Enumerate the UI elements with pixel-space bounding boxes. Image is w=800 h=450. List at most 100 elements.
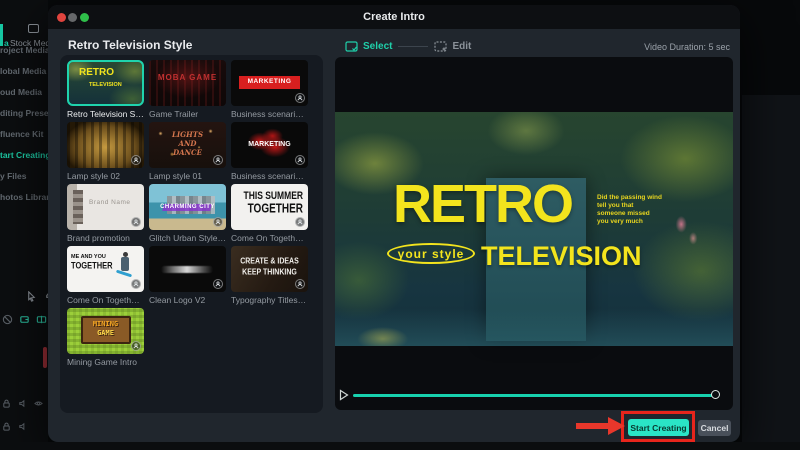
sidebar-item-lobal-media[interactable]: lobal Media — [0, 61, 48, 82]
disabled-tool-icon[interactable] — [2, 314, 13, 325]
portrait-badge-icon — [213, 217, 223, 227]
template-name: Typography Titles Te... — [231, 295, 308, 305]
thumbnail-text: CREATE & IDEAS — [231, 257, 308, 265]
template-grid: RETROTELEVISION Retro Television Style MOB… — [67, 60, 323, 370]
seek-bar[interactable] — [353, 394, 717, 397]
thumbnail-text: MOBA GAME — [149, 73, 226, 82]
video-preview[interactable]: RETRO Did the passing wind tell you that… — [335, 112, 733, 346]
preview-style-badge: your style — [387, 243, 475, 264]
template-category-heading: Retro Television Style — [68, 38, 192, 52]
template-card-together[interactable]: ME AND YOUTOGETHERCome On Together 01 — [67, 246, 144, 308]
dialog-title: Create Intro — [48, 5, 740, 29]
thumbnail-text: MINING — [67, 320, 144, 328]
template-card-typo[interactable]: CREATE & IDEASKEEP THINKING Typography Ti… — [231, 246, 308, 308]
sidebar-item-fluence-kit[interactable]: fluence Kit — [0, 124, 48, 145]
timeline-clip-fragment — [43, 347, 47, 368]
sidebar-item-y-files[interactable]: y Files — [0, 166, 48, 187]
template-name: Lamp style 01 — [149, 171, 226, 181]
template-name: Game Trailer — [149, 109, 226, 119]
playback-controls — [335, 386, 733, 404]
template-thumbnail[interactable]: THIS SUMMERTOGETHER — [231, 184, 308, 230]
water-graphic — [335, 309, 733, 346]
video-duration-label: Video Duration: 5 sec — [644, 42, 730, 52]
template-thumbnail[interactable]: CREATE & IDEASKEEP THINKING — [231, 246, 308, 292]
template-thumbnail[interactable]: CHARMING CITY — [149, 184, 226, 230]
template-card-mkband[interactable]: MARKETING Business scenario 02 — [231, 60, 308, 122]
app-bottom-strip — [0, 442, 800, 450]
split-icon[interactable] — [36, 314, 47, 325]
crop-icon[interactable] — [19, 314, 30, 325]
sidebar-item-tart-creating[interactable]: tart Creating — [0, 145, 48, 166]
mute-icon[interactable] — [18, 422, 27, 431]
seek-handle[interactable] — [711, 390, 720, 399]
template-card-cleanlogo[interactable]: Clean Logo V2 — [149, 246, 226, 308]
highlight-box-annotation — [621, 411, 695, 442]
template-thumbnail[interactable] — [67, 122, 144, 168]
lock-icon[interactable] — [2, 422, 11, 431]
mute-icon[interactable] — [18, 399, 27, 408]
cancel-button[interactable]: Cancel — [698, 420, 731, 436]
cursor-icon[interactable] — [26, 291, 37, 302]
dialog-titlebar: Create Intro — [48, 5, 740, 29]
template-thumbnail[interactable]: MOBA GAME — [149, 60, 226, 106]
template-name: Mining Game Intro — [67, 357, 144, 367]
portrait-badge-icon — [131, 341, 141, 351]
play-button[interactable] — [339, 389, 349, 401]
template-card-mksplat[interactable]: MARKETINGBusiness scenario 01 — [231, 122, 308, 184]
portrait-badge-icon — [295, 279, 305, 289]
template-card-glitch[interactable]: CHARMING CITY Glitch Urban Style 02 — [149, 184, 226, 246]
template-card-brand[interactable]: Brand Name Brand promotion — [67, 184, 144, 246]
template-thumbnail[interactable]: RETROTELEVISION — [67, 60, 144, 106]
template-card-lamp2[interactable]: Lamp style 02 — [67, 122, 144, 184]
template-name: Come On Together 02 — [231, 233, 308, 243]
portrait-badge-icon — [131, 279, 141, 289]
thumbnail-text: THIS SUMMER — [244, 189, 304, 202]
portrait-badge-icon — [131, 155, 141, 165]
template-thumbnail[interactable]: MININGGAME — [67, 308, 144, 354]
timeline-track-controls — [2, 422, 48, 431]
template-thumbnail[interactable]: Brand Name — [67, 184, 144, 230]
thumbnail-text: TELEVISION — [89, 82, 122, 88]
tab-edit[interactable]: Edit — [434, 41, 471, 52]
template-card-moba[interactable]: MOBA GAME Game Trailer — [149, 60, 226, 122]
preview-caption: Did the passing wind tell you that someo… — [597, 194, 697, 226]
template-thumbnail[interactable]: MARKETING — [231, 122, 308, 168]
lock-icon[interactable] — [2, 399, 11, 408]
portrait-badge-icon — [213, 155, 223, 165]
template-thumbnail[interactable] — [149, 246, 226, 292]
template-name: Glitch Urban Style 02 — [149, 233, 226, 243]
template-card-retro[interactable]: RETROTELEVISION Retro Television Style — [67, 60, 144, 122]
preview-panel: RETRO Did the passing wind tell you that… — [335, 57, 733, 410]
template-card-summer[interactable]: THIS SUMMERTOGETHER Come On Together 02 — [231, 184, 308, 246]
step-connector — [398, 46, 428, 47]
template-thumbnail[interactable]: LIGHTS AND DANCE — [149, 122, 226, 168]
template-thumbnail[interactable]: ME AND YOUTOGETHER — [67, 246, 144, 292]
template-name: Brand promotion — [67, 233, 144, 243]
thumbnail-text: TOGETHER — [248, 203, 303, 217]
template-list-panel: RETROTELEVISION Retro Television Style MOB… — [60, 55, 323, 413]
template-name: Retro Television Style — [67, 109, 144, 119]
screen: a Stock Med roject Medialobal Mediaoud M… — [0, 0, 800, 450]
portrait-badge-icon — [213, 279, 223, 289]
stock-media-icon — [28, 24, 39, 33]
arrow-annotation — [576, 416, 626, 436]
sidebar-item-hotos-library[interactable]: hotos Library — [0, 187, 48, 208]
template-name: Lamp style 02 — [67, 171, 144, 181]
sidebar-nav-list: roject Medialobal Mediaoud Mediaditing P… — [0, 40, 48, 208]
template-card-mining[interactable]: MININGGAME Mining Game Intro — [67, 308, 144, 370]
portrait-badge-icon — [295, 217, 305, 227]
edit-toolbar-row — [0, 314, 48, 325]
app-background-panel — [742, 95, 800, 450]
template-name: Business scenario 02 — [231, 109, 308, 119]
thumbnail-text: GAME — [67, 329, 144, 337]
sidebar-item-diting-presets[interactable]: diting Presets — [0, 103, 48, 124]
eye-icon[interactable] — [34, 399, 43, 408]
sidebar-item-roject-media[interactable]: roject Media — [0, 40, 48, 61]
template-card-lamp1[interactable]: LIGHTS AND DANCE Lamp style 01 — [149, 122, 226, 184]
tab-select[interactable]: Select — [345, 41, 392, 52]
template-thumbnail[interactable]: MARKETING — [231, 60, 308, 106]
select-step-icon — [345, 41, 358, 52]
thumbnail-text: ME AND YOU — [71, 254, 106, 260]
create-intro-dialog: Create Intro Retro Television Style Sele… — [48, 5, 740, 442]
sidebar-item-oud-media[interactable]: oud Media — [0, 82, 48, 103]
